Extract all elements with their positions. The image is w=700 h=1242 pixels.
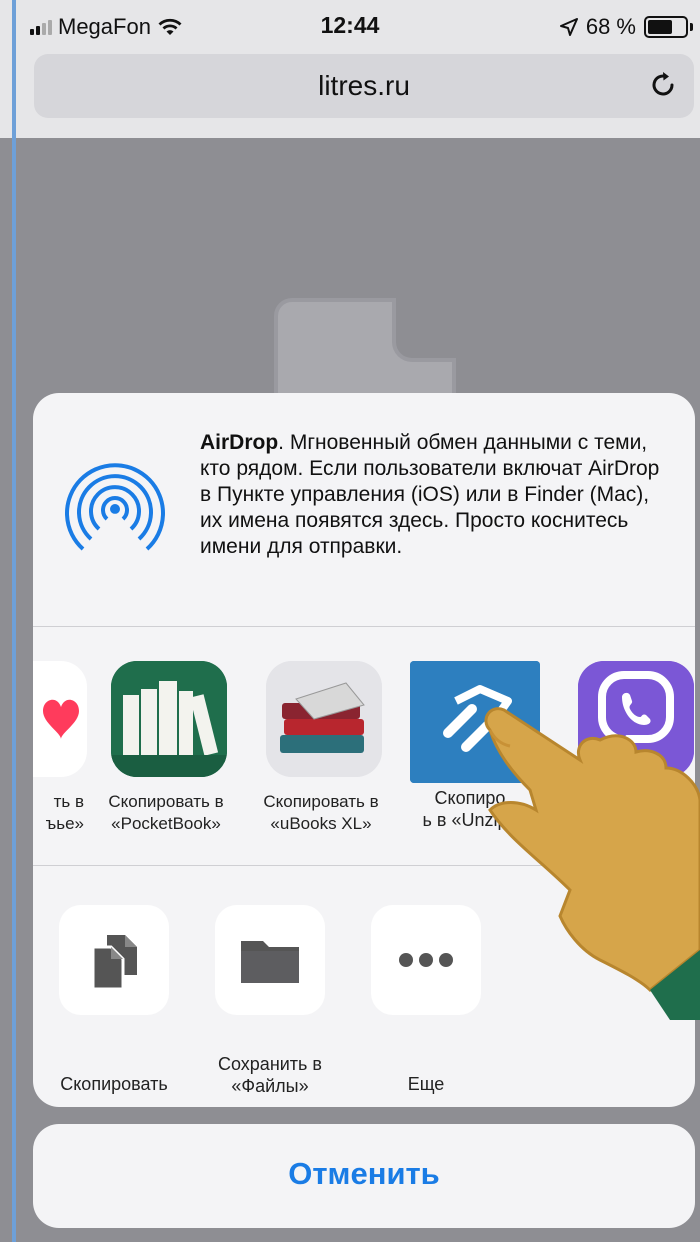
pocketbook-icon [111,661,227,777]
reload-icon[interactable] [646,68,680,102]
location-arrow-icon [559,18,578,36]
pointing-hand-icon [484,707,700,1020]
ubooks-icon [266,661,382,777]
copy-icon-tile [59,905,169,1015]
battery-percent: 68 % [585,14,636,39]
folder-icon-tile [215,905,325,1015]
more-icon-tile [371,905,481,1015]
action-label: Сохранить в «Файлы» [217,1054,322,1096]
folder-icon [241,941,299,983]
cancel-button[interactable]: Отменить [33,1124,695,1228]
browser-toolbar: litres.ru [0,54,700,139]
airdrop-title: AirDrop [200,431,279,454]
screen-edge-line [12,0,16,1242]
battery-icon [644,16,693,38]
action-label: Скопировать [60,1074,168,1094]
app-label: Скопировать в «uBooks XL» [263,792,379,833]
heart-app-icon [33,661,87,777]
app-label: Скопировать в «PocketBook» [108,792,224,833]
airdrop-icon [65,463,165,555]
airdrop-description: AirDrop. Мгновенный обмен данными с теми… [200,430,670,560]
more-icon [399,953,453,967]
address-bar[interactable]: litres.ru [34,54,694,118]
action-label: Еще [407,1074,445,1094]
airdrop-section[interactable]: AirDrop. Мгновенный обмен данными с теми… [33,393,695,627]
status-right: 68 % [559,14,693,40]
status-bar: MegaFon 12:44 68 % [0,0,700,54]
copy-icon [91,935,137,991]
cancel-label: Отменить [288,1156,440,1191]
url-text: litres.ru [318,70,410,101]
